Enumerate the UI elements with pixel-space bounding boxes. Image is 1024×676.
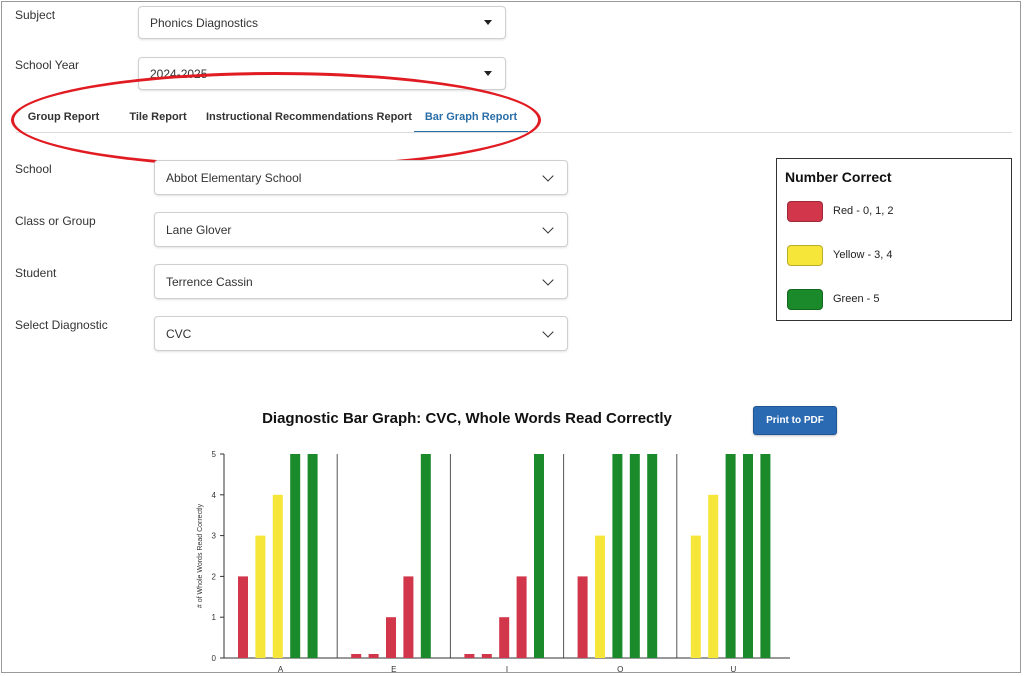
legend-label-yellow: Yellow - 3, 4 bbox=[833, 249, 893, 261]
subject-select-value: Phonics Diagnostics bbox=[150, 15, 259, 30]
student-select-value: Terrence Cassin bbox=[166, 274, 253, 289]
bar-i-4 bbox=[516, 576, 527, 658]
legend-label-red: Red - 0, 1, 2 bbox=[833, 205, 894, 217]
bar-a-1 bbox=[238, 576, 248, 658]
bar-e-1 bbox=[351, 654, 362, 658]
school-year-label: School Year bbox=[15, 58, 80, 72]
student-select[interactable]: Terrence Cassin bbox=[154, 264, 568, 299]
class-group-label: Class or Group bbox=[15, 214, 96, 228]
bar-e-2 bbox=[368, 654, 379, 658]
tab-bar-graph-report[interactable]: Bar Graph Report bbox=[414, 103, 528, 133]
tab-tile-report[interactable]: Tile Report bbox=[121, 103, 195, 131]
caret-down-icon bbox=[484, 20, 492, 25]
chevron-down-icon bbox=[542, 325, 554, 338]
bar-a-5 bbox=[307, 454, 318, 658]
legend-item-green: Green - 5 bbox=[787, 288, 879, 310]
chevron-down-icon bbox=[542, 273, 554, 286]
bar-o-5 bbox=[647, 454, 658, 658]
subject-select[interactable]: Phonics Diagnostics bbox=[138, 6, 506, 39]
bar-a-3 bbox=[272, 494, 283, 658]
bar-o-2 bbox=[595, 535, 605, 658]
legend-item-red: Red - 0, 1, 2 bbox=[787, 200, 894, 222]
y-tick-label: 1 bbox=[212, 613, 217, 622]
report-page: Subject Phonics Diagnostics School Year … bbox=[1, 1, 1021, 674]
tab-group-report[interactable]: Group Report bbox=[16, 103, 111, 131]
chevron-down-icon bbox=[542, 169, 554, 182]
bar-i-5 bbox=[534, 454, 544, 658]
x-tick-label: U bbox=[731, 665, 737, 674]
tab-instructional-recommendations-report[interactable]: Instructional Recommendations Report bbox=[206, 103, 412, 131]
bar-o-4 bbox=[629, 454, 640, 658]
diagnostic-select-value: CVC bbox=[166, 326, 192, 341]
legend-title: Number Correct bbox=[785, 169, 892, 185]
legend-swatch-green bbox=[787, 288, 823, 310]
legend-label-green: Green - 5 bbox=[833, 293, 880, 305]
bar-e-5 bbox=[420, 454, 431, 658]
y-axis-label: # of Whole Words Read Correctly bbox=[197, 503, 204, 608]
chart-title: Diagnostic Bar Graph: CVC, Whole Words R… bbox=[262, 410, 672, 427]
number-correct-legend: Number Correct Red - 0, 1, 2 Yellow - 3,… bbox=[776, 158, 1012, 321]
school-label: School bbox=[15, 162, 52, 176]
legend-item-yellow: Yellow - 3, 4 bbox=[787, 244, 893, 266]
school-year-select-value: 2024-2025 bbox=[150, 66, 208, 81]
select-diagnostic-label: Select Diagnostic bbox=[15, 318, 108, 332]
student-label: Student bbox=[15, 266, 57, 280]
bar-u-4 bbox=[743, 454, 753, 658]
print-to-pdf-button[interactable]: Print to PDF bbox=[753, 406, 837, 435]
bar-i-3 bbox=[499, 617, 510, 658]
diagnostic-select[interactable]: CVC bbox=[154, 316, 568, 351]
bar-u-2 bbox=[708, 494, 719, 658]
chevron-down-icon bbox=[542, 221, 554, 234]
y-tick-label: 0 bbox=[212, 654, 217, 663]
school-year-select[interactable]: 2024-2025 bbox=[138, 57, 506, 90]
legend-swatch-yellow bbox=[787, 244, 823, 266]
caret-down-icon bbox=[484, 71, 492, 76]
class-group-select-value: Lane Glover bbox=[166, 222, 232, 237]
y-tick-label: 4 bbox=[212, 491, 217, 500]
bar-a-2 bbox=[255, 535, 266, 658]
legend-swatch-red bbox=[787, 200, 823, 222]
x-tick-label: E bbox=[391, 665, 396, 674]
bar-a-4 bbox=[290, 454, 301, 658]
bar-i-1 bbox=[464, 654, 475, 658]
y-tick-label: 5 bbox=[212, 450, 217, 459]
x-tick-label: I bbox=[506, 665, 508, 674]
subject-label: Subject bbox=[15, 8, 56, 22]
bar-o-1 bbox=[577, 576, 588, 658]
school-select[interactable]: Abbot Elementary School bbox=[154, 160, 568, 195]
bar-e-3 bbox=[386, 617, 396, 658]
y-tick-label: 2 bbox=[212, 572, 217, 581]
x-tick-label: O bbox=[617, 665, 623, 674]
bar-u-1 bbox=[690, 535, 701, 658]
bar-i-2 bbox=[481, 654, 492, 658]
bar-u-5 bbox=[760, 454, 771, 658]
bar-e-4 bbox=[403, 576, 414, 658]
school-select-value: Abbot Elementary School bbox=[166, 170, 302, 185]
class-group-select[interactable]: Lane Glover bbox=[154, 212, 568, 247]
tab-divider bbox=[16, 132, 1012, 133]
bar-o-3 bbox=[612, 454, 623, 658]
bar-u-3 bbox=[725, 454, 736, 658]
diagnostic-bar-chart: # of Whole Words Read Correctly 0 1 2 3 4 5 A E I… bbox=[197, 450, 790, 674]
y-tick-label: 3 bbox=[212, 532, 217, 541]
x-tick-label: A bbox=[278, 665, 284, 674]
